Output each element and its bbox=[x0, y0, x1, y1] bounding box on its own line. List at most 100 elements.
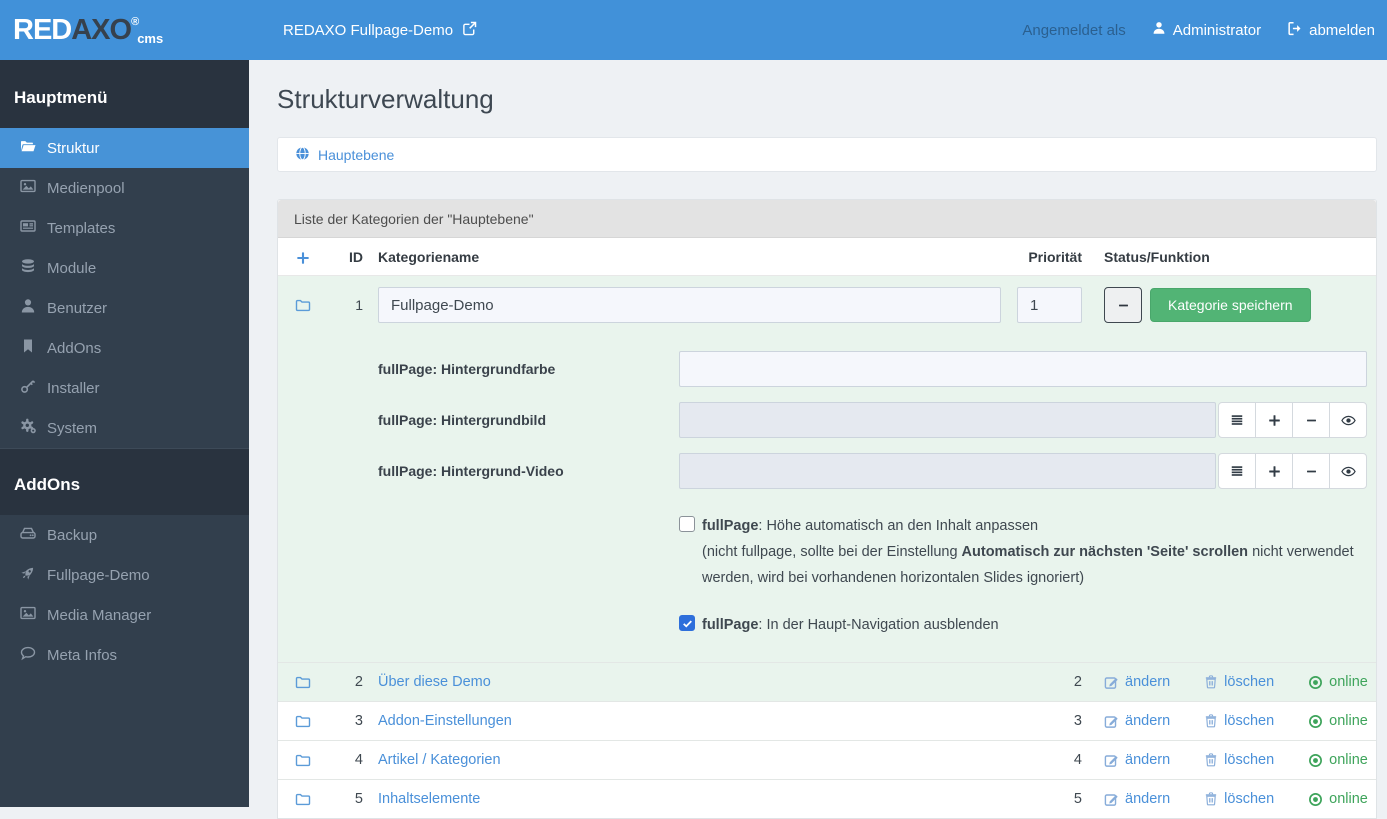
user-icon bbox=[20, 298, 47, 318]
category-name-link[interactable]: Inhaltselemente bbox=[378, 791, 480, 807]
hide-nav-checkbox[interactable] bbox=[679, 615, 695, 631]
media-list-button[interactable] bbox=[1218, 453, 1256, 489]
category-name-link[interactable]: Über diese Demo bbox=[378, 674, 491, 690]
category-id: 1 bbox=[355, 297, 363, 313]
media-add-button[interactable] bbox=[1255, 453, 1293, 489]
category-priority: 4 bbox=[1073, 752, 1082, 768]
site-link-label: REDAXO Fullpage-Demo bbox=[283, 21, 454, 39]
top-header: REDAXO® cms REDAXO Fullpage-Demo Angemeld… bbox=[0, 0, 1387, 60]
main-content: Strukturverwaltung Hauptebene Liste der … bbox=[249, 60, 1387, 819]
category-id: 5 bbox=[354, 791, 363, 807]
category-id: 4 bbox=[354, 752, 363, 768]
delete-label: löschen bbox=[1224, 752, 1275, 768]
save-category-button[interactable]: Kategorie speichern bbox=[1150, 288, 1311, 322]
sidebar-item-meta-infos[interactable]: Meta Infos bbox=[0, 635, 249, 675]
edit-category-link[interactable]: ändern bbox=[1104, 674, 1170, 690]
hintergrundbild-input bbox=[679, 402, 1216, 438]
checkbox-row-auto-height: fullPage: Höhe automatisch an den Inhalt… bbox=[679, 513, 1367, 591]
sidebar-item-fullpage-demo[interactable]: Fullpage-Demo bbox=[0, 555, 249, 595]
sidebar-item-struktur[interactable]: Struktur bbox=[0, 128, 249, 168]
logo-registered-mark: ® bbox=[131, 15, 140, 28]
addons-menu-title: AddOns bbox=[0, 448, 249, 515]
sidebar-item-label: Struktur bbox=[47, 139, 100, 157]
media-preview-eye-button[interactable] bbox=[1329, 402, 1367, 438]
note-pre: (nicht fullpage, sollte bei der Einstell… bbox=[702, 544, 962, 560]
category-name-link[interactable]: Artikel / Kategorien bbox=[378, 752, 501, 768]
sidebar-item-media-manager[interactable]: Media Manager bbox=[0, 595, 249, 635]
category-row: 5 Inhaltselemente 5 ändern löschen onlin… bbox=[278, 779, 1376, 818]
sidebar-item-medienpool[interactable]: Medienpool bbox=[0, 168, 249, 208]
field-label-hintergrundfarbe: fullPage: Hintergrundfarbe bbox=[378, 361, 556, 377]
media-remove-button[interactable] bbox=[1292, 402, 1330, 438]
field-label-hintergrundbild: fullPage: Hintergrundbild bbox=[378, 412, 546, 428]
delete-category-link[interactable]: löschen bbox=[1204, 791, 1274, 807]
collapse-meta-button[interactable] bbox=[1104, 287, 1142, 323]
add-category-button[interactable] bbox=[296, 249, 310, 265]
sidebar-item-label: Medienpool bbox=[47, 179, 125, 197]
category-row: 3 Addon-Einstellungen 3 ändern löschen o… bbox=[278, 701, 1376, 740]
category-edit-zone: 1 Kategorie speichern fullPage: Hintergr… bbox=[278, 276, 1376, 662]
sidebar-item-benutzer[interactable]: Benutzer bbox=[0, 288, 249, 328]
breadcrumb-root-link[interactable]: Hauptebene bbox=[295, 146, 394, 164]
label-rest-part: : In der Haupt-Navigation ausblenden bbox=[758, 617, 999, 633]
media-preview-eye-button[interactable] bbox=[1329, 453, 1367, 489]
sidebar-item-label: Backup bbox=[47, 526, 98, 544]
media-list-button[interactable] bbox=[1218, 402, 1256, 438]
sidebar-item-module[interactable]: Module bbox=[0, 248, 249, 288]
meta-field-row: fullPage: Hintergrundfarbe bbox=[378, 351, 1367, 387]
label-bold-part: fullPage bbox=[702, 617, 759, 633]
column-status: Status/Funktion bbox=[1104, 248, 1210, 265]
category-priority: 3 bbox=[1073, 713, 1082, 729]
sidebar-item-label: Benutzer bbox=[47, 299, 108, 317]
category-name-link[interactable]: Addon-Einstellungen bbox=[378, 713, 512, 729]
meta-field-row: fullPage: Hintergrundbild bbox=[378, 402, 1367, 438]
category-list-panel: Liste der Kategorien der "Hauptebene" ID… bbox=[277, 199, 1377, 819]
media-widget-buttons bbox=[1218, 402, 1367, 438]
folder-icon[interactable] bbox=[295, 792, 311, 808]
globe-icon bbox=[295, 146, 310, 164]
site-frontend-link[interactable]: REDAXO Fullpage-Demo bbox=[283, 21, 477, 40]
sidebar-item-addons[interactable]: AddOns bbox=[0, 328, 249, 368]
status-online-link[interactable]: online bbox=[1308, 713, 1368, 729]
auto-height-checkbox[interactable] bbox=[679, 516, 695, 532]
logout-link[interactable]: abmelden bbox=[1287, 21, 1375, 40]
status-online-link[interactable]: online bbox=[1308, 752, 1368, 768]
redaxo-logo: REDAXO® cms bbox=[0, 14, 249, 47]
edit-category-link[interactable]: ändern bbox=[1104, 752, 1170, 768]
delete-label: löschen bbox=[1224, 713, 1275, 729]
hintergrundfarbe-input[interactable] bbox=[679, 351, 1367, 387]
edit-category-link[interactable]: ändern bbox=[1104, 791, 1170, 807]
media-add-button[interactable] bbox=[1255, 402, 1293, 438]
folder-icon[interactable] bbox=[295, 675, 311, 691]
rocket-icon bbox=[20, 565, 47, 585]
external-link-icon bbox=[462, 21, 477, 40]
hide-nav-label: fullPage: In der Haupt-Navigation ausble… bbox=[702, 612, 999, 638]
key-icon bbox=[20, 378, 47, 398]
checkbox-row-hide-nav: fullPage: In der Haupt-Navigation ausble… bbox=[679, 612, 1367, 638]
media-remove-button[interactable] bbox=[1292, 453, 1330, 489]
status-online-link[interactable]: online bbox=[1308, 791, 1368, 807]
sidebar-item-backup[interactable]: Backup bbox=[0, 515, 249, 555]
folder-icon[interactable] bbox=[295, 297, 311, 313]
status-online-link[interactable]: online bbox=[1308, 674, 1368, 690]
delete-category-link[interactable]: löschen bbox=[1204, 752, 1274, 768]
panel-header: Liste der Kategorien der "Hauptebene" bbox=[278, 200, 1376, 238]
category-name-input[interactable] bbox=[378, 287, 1001, 323]
delete-category-link[interactable]: löschen bbox=[1204, 674, 1274, 690]
folder-icon[interactable] bbox=[295, 753, 311, 769]
edit-category-link[interactable]: ändern bbox=[1104, 713, 1170, 729]
sidebar-item-label: AddOns bbox=[47, 339, 102, 357]
delete-category-link[interactable]: löschen bbox=[1204, 713, 1274, 729]
user-profile-link[interactable]: Administrator bbox=[1152, 21, 1261, 39]
breadcrumb-root-label: Hauptebene bbox=[318, 146, 395, 163]
sidebar-item-label: Meta Infos bbox=[47, 646, 118, 664]
category-priority-input[interactable] bbox=[1017, 287, 1082, 323]
newspaper-icon bbox=[20, 218, 47, 238]
folder-open-icon bbox=[20, 138, 47, 158]
category-row: 4 Artikel / Kategorien 4 ändern löschen … bbox=[278, 740, 1376, 779]
category-row-edit: 1 Kategorie speichern bbox=[278, 276, 1376, 334]
folder-icon[interactable] bbox=[295, 714, 311, 730]
sidebar-item-templates[interactable]: Templates bbox=[0, 208, 249, 248]
sidebar-item-installer[interactable]: Installer bbox=[0, 368, 249, 408]
sidebar-item-system[interactable]: System bbox=[0, 408, 249, 448]
